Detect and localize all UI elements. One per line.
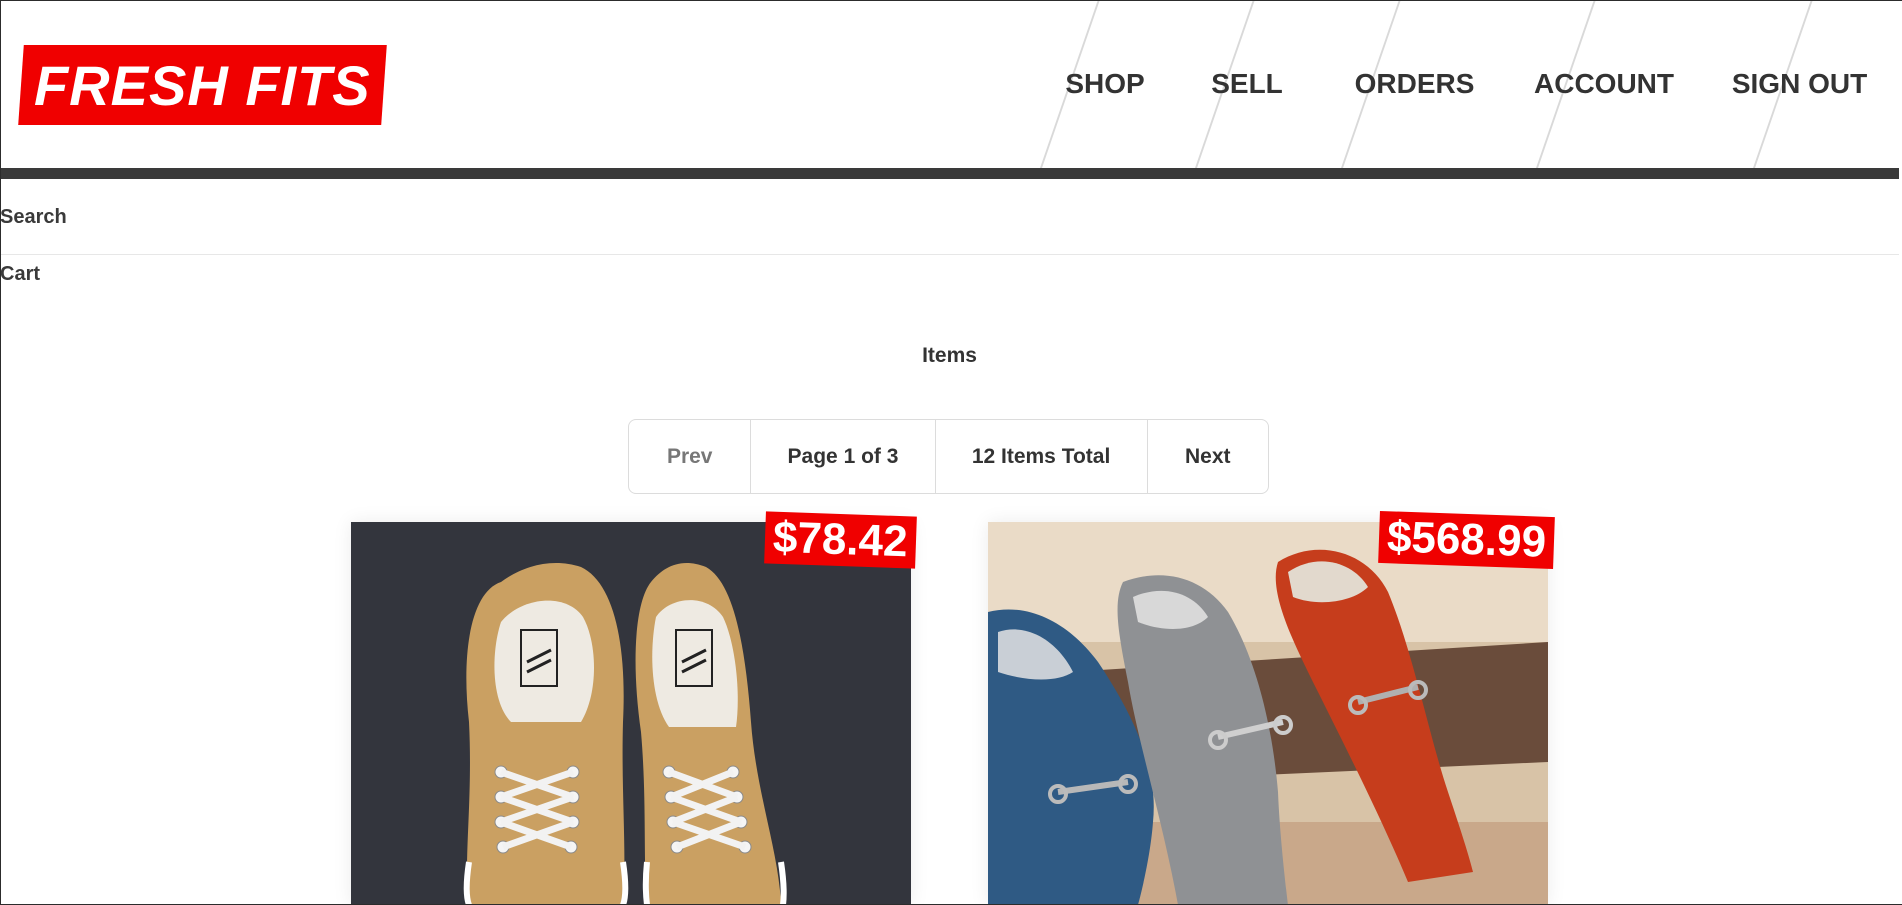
- header-underline: [0, 168, 1899, 179]
- items-total: 12 Items Total: [936, 420, 1148, 493]
- page-indicator: Page 1 of 3: [751, 420, 936, 493]
- nav-sell[interactable]: SELL: [1167, 0, 1327, 168]
- prev-button[interactable]: Prev: [629, 420, 752, 493]
- nav-shop[interactable]: SHOP: [1022, 0, 1188, 168]
- divider: [0, 254, 1899, 255]
- next-button[interactable]: Next: [1148, 420, 1268, 493]
- brand-logo[interactable]: FRESH FITS: [18, 45, 387, 125]
- price-tag: $78.42: [764, 511, 917, 570]
- product-image-sneakers: [351, 522, 911, 905]
- nav-sign-out[interactable]: SIGN OUT: [1710, 0, 1889, 168]
- price-tag: $568.99: [1378, 510, 1555, 570]
- main-nav: SHOP SELL ORDERS ACCOUNT SIGN OUT: [952, 0, 1899, 168]
- search-link[interactable]: Search: [0, 206, 67, 229]
- site-header: FRESH FITS SHOP SELL ORDERS ACCOUNT SIGN…: [0, 0, 1899, 168]
- page-title: Items: [922, 344, 977, 367]
- brand-name: FRESH FITS: [34, 53, 371, 117]
- nav-orders[interactable]: ORDERS: [1327, 0, 1502, 168]
- product-card[interactable]: $568.99: [988, 510, 1555, 905]
- nav-account[interactable]: ACCOUNT: [1504, 0, 1704, 168]
- cart-link[interactable]: Cart: [0, 263, 40, 286]
- product-card[interactable]: $78.42: [351, 511, 917, 905]
- product-image-loafers: [988, 522, 1548, 905]
- pagination: Prev Page 1 of 3 12 Items Total Next: [628, 419, 1269, 494]
